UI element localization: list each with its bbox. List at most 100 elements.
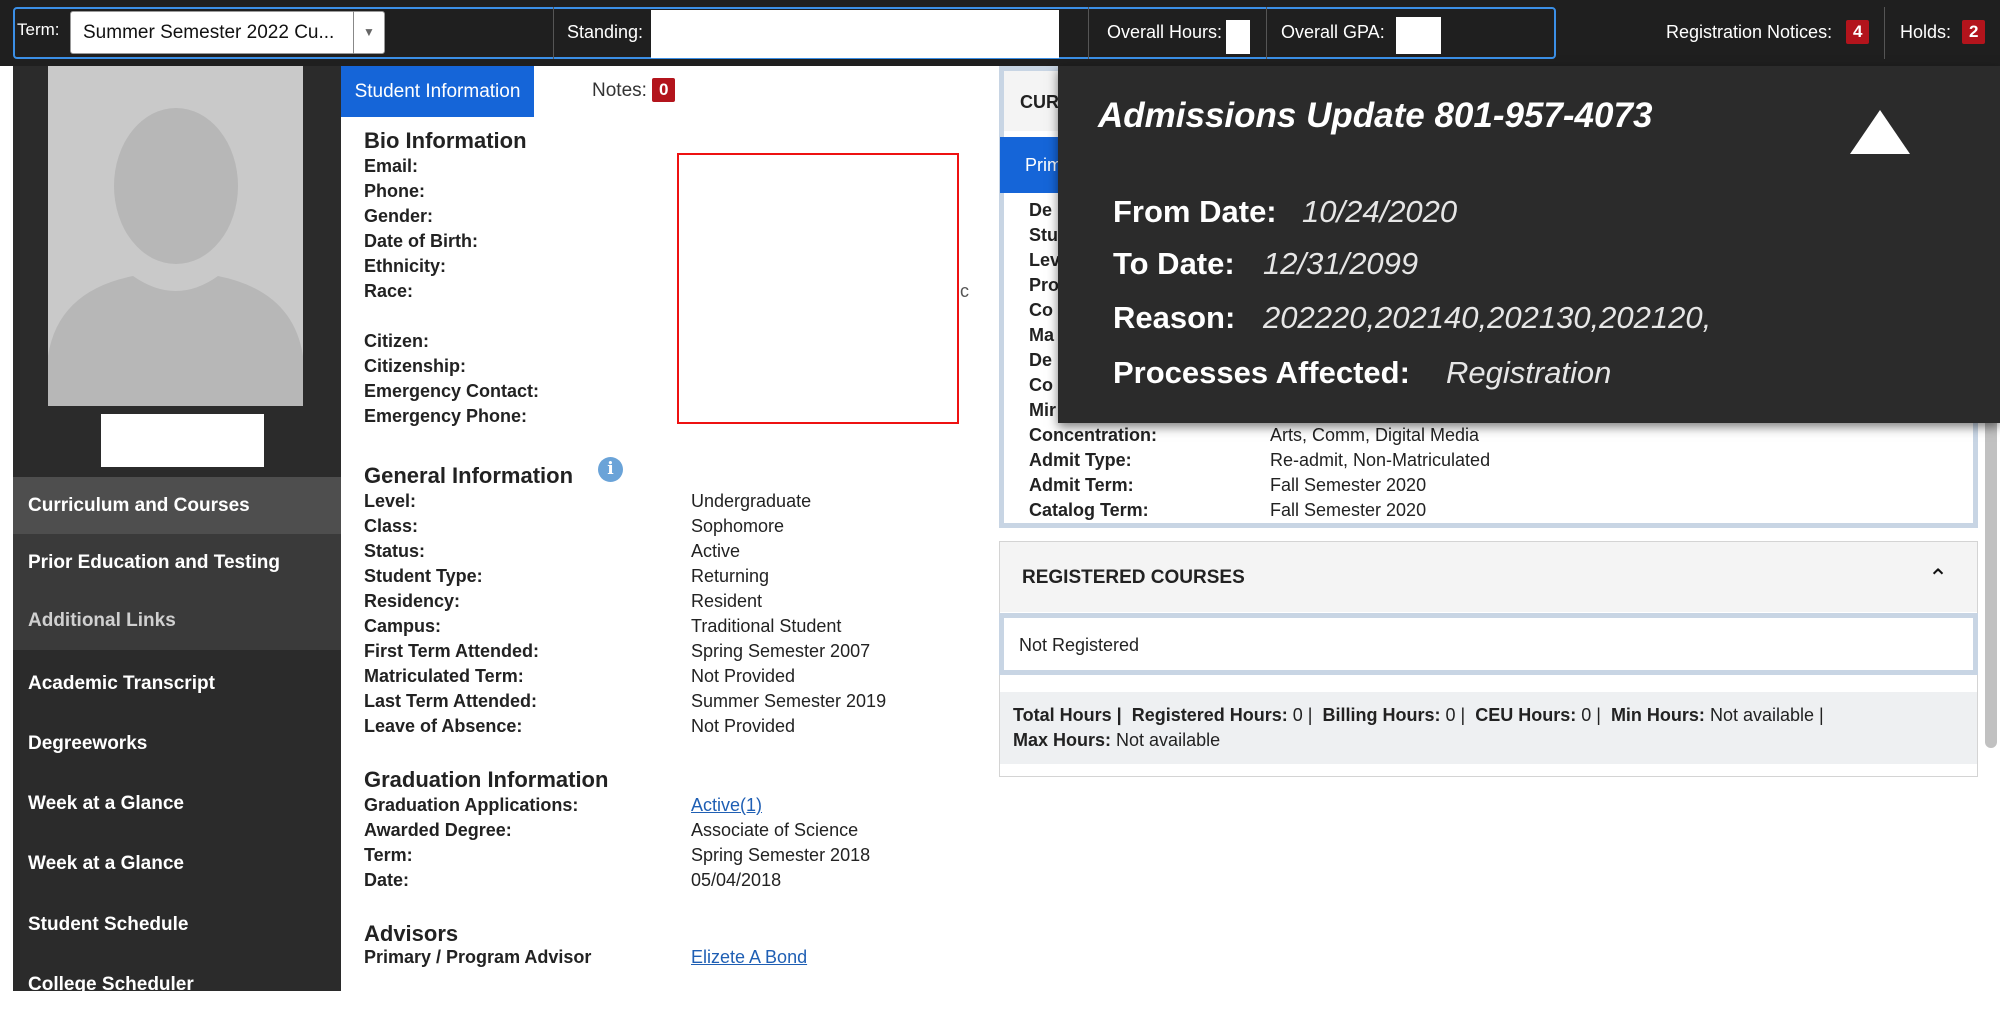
bio-label: Phone: — [364, 181, 425, 201]
curriculum-label-stub: Stu — [1029, 225, 1058, 245]
graduation-value: 05/04/2018 — [691, 870, 782, 890]
general-label: Leave of Absence: — [364, 716, 523, 736]
chevron-up-icon[interactable]: ⌃ — [1928, 564, 1948, 593]
person-silhouette-icon — [48, 66, 303, 406]
curriculum-value: Fall Semester 2020 — [1270, 500, 1427, 520]
popup-from-label: From Date: — [1113, 194, 1277, 229]
term-select-value[interactable]: Summer Semester 2022 Cu... — [83, 22, 334, 44]
sidebar-item-week-at-a-glance-2[interactable]: Week at a Glance — [13, 835, 341, 893]
bio-label: Email: — [364, 156, 419, 176]
popup-from-value: 10/24/2020 — [1302, 194, 1458, 229]
bio-label: Citizenship: — [364, 356, 466, 376]
graduation-label: Graduation Applications: — [364, 795, 579, 815]
graduation-label: Date: — [364, 870, 410, 890]
billing-hours-label: Billing Hours: — [1322, 705, 1441, 725]
curriculum-label-stub: Mir — [1029, 400, 1056, 420]
general-label: Matriculated Term: — [364, 666, 524, 686]
collapse-triangle-icon[interactable] — [1850, 110, 1910, 154]
sidebar-item-week-at-a-glance[interactable]: Week at a Glance — [13, 775, 341, 833]
bio-label: Date of Birth: — [364, 231, 478, 251]
sidebar-item-additional-links[interactable]: Additional Links — [13, 592, 341, 650]
divider — [1884, 7, 1885, 59]
general-value: Not Provided — [691, 716, 796, 736]
not-registered-text: Not Registered — [1019, 635, 1140, 655]
general-heading: General Information — [364, 463, 574, 488]
chevron-down-icon[interactable]: ▼ — [353, 11, 384, 54]
popup-processes-label: Processes Affected: — [1113, 355, 1410, 390]
min-hours-value: Not available — [1709, 705, 1815, 725]
general-label: Class: — [364, 516, 419, 536]
popup-reason-label: Reason: — [1113, 300, 1236, 335]
popup-to-label: To Date: — [1113, 246, 1235, 281]
curriculum-label: Concentration: — [1029, 425, 1157, 445]
ceu-hours-label: CEU Hours: — [1475, 705, 1577, 725]
registration-notices-badge[interactable]: 4 — [1846, 20, 1870, 44]
popup-processes-value: Registration — [1446, 355, 1612, 390]
general-value: Active — [691, 541, 741, 561]
general-value: Spring Semester 2007 — [691, 641, 871, 661]
curriculum-label: Catalog Term: — [1029, 500, 1149, 520]
term-label: Term: — [17, 20, 60, 39]
bio-label: Emergency Contact: — [364, 381, 540, 401]
overall-hours-label: Overall Hours: — [1107, 22, 1223, 42]
curriculum-label: Admit Term: — [1029, 475, 1134, 495]
advisor-label: Primary / Program Advisor — [364, 947, 592, 967]
popup-to-value: 12/31/2099 — [1263, 246, 1419, 281]
advisors-heading: Advisors — [364, 921, 459, 946]
max-hours-label: Max Hours: — [1013, 730, 1112, 750]
tab-notes[interactable]: Notes: — [592, 80, 647, 102]
curriculum-label-stub: Co — [1029, 300, 1053, 320]
general-value: Traditional Student — [691, 616, 842, 636]
graduation-label: Term: — [364, 845, 413, 865]
total-hours-label: Total Hours | — [1013, 705, 1122, 725]
general-label: First Term Attended: — [364, 641, 540, 661]
sidebar-item-academic-transcript[interactable]: Academic Transcript — [13, 655, 341, 713]
curriculum-value: Arts, Comm, Digital Media — [1270, 425, 1480, 445]
graduation-heading: Graduation Information — [364, 767, 609, 792]
notes-count-badge[interactable]: 0 — [652, 78, 676, 102]
general-value: Not Provided — [691, 666, 796, 686]
graduation-applications-link[interactable]: Active(1) — [691, 795, 762, 816]
bio-label: Citizen: — [364, 331, 429, 351]
sidebar-item-college-scheduler[interactable]: College Scheduler — [13, 956, 341, 1014]
tab-student-information[interactable]: Student Information — [341, 66, 534, 117]
general-value: Returning — [691, 566, 770, 586]
general-label: Student Type: — [364, 566, 483, 586]
divider — [1088, 7, 1089, 59]
bio-label: Gender: — [364, 206, 434, 226]
holds-label[interactable]: Holds: — [1900, 22, 1951, 43]
standing-redacted — [651, 10, 1059, 58]
curriculum-label-stub: De — [1029, 200, 1053, 220]
registered-hours-value: 0 — [1292, 705, 1303, 725]
holds-badge[interactable]: 2 — [1962, 20, 1986, 44]
overall-gpa-label: Overall GPA: — [1281, 22, 1385, 42]
sidebar-item-prior-education[interactable]: Prior Education and Testing — [13, 534, 341, 592]
sidebar-item-degreeworks[interactable]: Degreeworks — [13, 715, 341, 773]
max-hours-value: Not available — [1116, 730, 1221, 750]
registered-courses-list — [999, 613, 1978, 675]
sidebar-item-curriculum-and-courses[interactable]: Curriculum and Courses — [13, 477, 341, 535]
popup-reason-value: 202220,202140,202130,202120, — [1263, 300, 1712, 335]
info-icon[interactable]: i — [598, 457, 623, 482]
stray-text: c — [960, 281, 969, 301]
billing-hours-value: 0 — [1445, 705, 1456, 725]
redacted-bio-box — [677, 153, 959, 424]
min-hours-label: Min Hours: — [1610, 705, 1705, 725]
curriculum-label-stub: Pro — [1029, 275, 1060, 295]
graduation-value: Spring Semester 2018 — [691, 845, 871, 865]
curriculum-value: Re-admit, Non-Matriculated — [1270, 450, 1491, 470]
general-label: Campus: — [364, 616, 442, 636]
standing-label: Standing: — [567, 22, 644, 42]
sidebar-item-student-schedule[interactable]: Student Schedule — [13, 896, 341, 954]
general-label: Status: — [364, 541, 426, 561]
curriculum-label-stub: Lev — [1029, 250, 1061, 270]
ceu-hours-value: 0 — [1581, 705, 1592, 725]
registration-notices-label[interactable]: Registration Notices: — [1666, 22, 1832, 43]
bio-label: Race: — [364, 281, 414, 301]
advisor-link[interactable]: Elizete A Bond — [691, 947, 807, 968]
graduation-label: Awarded Degree: — [364, 820, 512, 840]
curriculum-label-stub: Co — [1029, 375, 1053, 395]
general-value: Summer Semester 2019 — [691, 691, 887, 711]
curriculum-label: Admit Type: — [1029, 450, 1132, 470]
bio-label: Ethnicity: — [364, 256, 447, 276]
